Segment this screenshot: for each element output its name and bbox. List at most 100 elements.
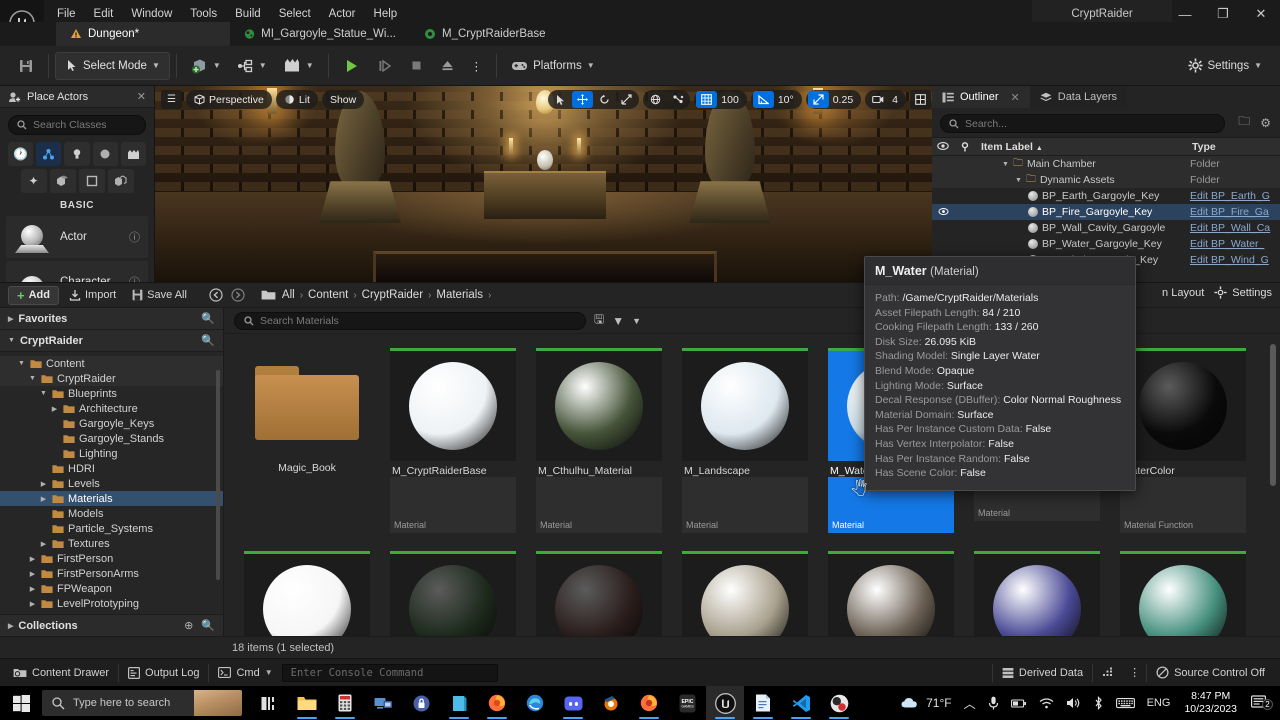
asset-tile[interactable] <box>526 551 672 636</box>
search-materials-input[interactable]: Search Materials <box>234 311 586 330</box>
chevron-down-icon[interactable]: ▼ <box>1002 161 1009 168</box>
layout-button[interactable]: n Layout <box>1162 287 1204 299</box>
tree-node-gargoyle_keys[interactable]: Gargoyle_Keys <box>0 416 223 431</box>
platforms-button[interactable]: Platforms ▼ <box>503 53 603 79</box>
basic-icon[interactable] <box>36 142 62 166</box>
notepad-icon[interactable] <box>440 686 478 720</box>
tree-node-levels[interactable]: ▶ Levels <box>0 476 223 491</box>
lights-icon[interactable] <box>64 142 90 166</box>
language-indicator[interactable]: ENG <box>1141 697 1177 709</box>
select-mode-dropdown[interactable]: Select Mode ▼ <box>55 51 170 80</box>
chevron-right-icon[interactable]: ▶ <box>39 495 48 503</box>
rotate-tool-icon[interactable] <box>594 91 615 108</box>
chevron-down-icon[interactable]: ▼ <box>17 360 26 367</box>
filter-icon[interactable]: ▼ <box>612 314 624 328</box>
add-button[interactable]: + Add <box>8 285 59 305</box>
asset-tile[interactable]: M_Cthulhu_Material Material <box>526 348 672 533</box>
asset-tile[interactable] <box>672 551 818 636</box>
asset-tile[interactable]: M_CryptRaiderBase Material <box>380 348 526 533</box>
volume-icon[interactable] <box>1060 697 1087 709</box>
more-status-button[interactable]: ⋮ <box>1123 662 1146 684</box>
hamburger-icon[interactable]: ☰ <box>161 90 182 109</box>
microphone-icon[interactable] <box>982 696 1005 710</box>
asset-tile[interactable] <box>818 551 964 636</box>
save-button[interactable] <box>10 53 42 79</box>
save-search-icon[interactable]: 🖫 <box>594 310 604 331</box>
tab-outliner[interactable]: Outliner ✕ <box>932 86 1030 108</box>
breadcrumb-item-cryptraider[interactable]: CryptRaider <box>360 289 425 301</box>
nav-back-button[interactable] <box>207 286 225 305</box>
grid-snap-icon[interactable] <box>696 91 718 108</box>
task-view-icon[interactable] <box>250 686 288 720</box>
tree-node-lighting[interactable]: Lighting <box>0 446 223 461</box>
search-icon[interactable]: 🔍 <box>201 334 215 347</box>
search-icon[interactable]: 🔍 <box>201 619 215 632</box>
chevron-right-icon[interactable]: ▶ <box>39 540 48 548</box>
outliner-row-type[interactable]: Edit BP_Earth_G <box>1188 190 1280 202</box>
cinematics-button[interactable]: ▼ <box>275 53 322 79</box>
outliner-row[interactable]: BP_Fire_Gargoyle_Key Edit BP_Fire_Ga <box>932 204 1280 220</box>
scale-tool-icon[interactable] <box>616 91 637 108</box>
bluetooth-icon[interactable] <box>1087 696 1110 710</box>
shapes-icon[interactable] <box>92 142 118 166</box>
tab-mi-gargoyle[interactable]: MI_Gargoyle_Statue_Wi... <box>230 22 410 46</box>
asset-tile[interactable]: M_Landscape Material <box>672 348 818 533</box>
sources-root-section[interactable]: ▼ CryptRaider 🔍 <box>0 330 223 352</box>
start-button[interactable] <box>0 686 42 720</box>
cinematic-icon[interactable] <box>120 142 147 166</box>
close-icon[interactable]: ✕ <box>137 90 146 103</box>
place-actors-tab[interactable]: Place Actors ✕ <box>0 86 154 108</box>
skip-button[interactable] <box>368 53 401 79</box>
recent-icon[interactable]: 🕐 <box>8 142 34 166</box>
chevron-right-icon[interactable]: ▶ <box>28 600 37 608</box>
help-icon[interactable]: ⓘ <box>129 229 140 245</box>
item-label-column[interactable]: Item Label ▲ <box>976 141 1188 153</box>
more-options-button[interactable]: ⋮ <box>463 53 491 79</box>
scale-snap-icon[interactable] <box>807 91 829 108</box>
firefox-icon[interactable] <box>478 686 516 720</box>
source-control-button[interactable]: Source Control Off <box>1147 662 1274 684</box>
geometry-icon[interactable] <box>49 169 76 193</box>
asset-tile[interactable] <box>1110 551 1256 636</box>
obs-icon[interactable] <box>820 686 858 720</box>
outliner-row-type[interactable]: Edit BP_Fire_Ga <box>1188 206 1280 218</box>
edge-icon[interactable] <box>516 686 554 720</box>
content-drawer-button[interactable]: Content Drawer <box>4 662 118 684</box>
chevron-down-icon[interactable]: ▼ <box>632 316 641 326</box>
move-tool-icon[interactable] <box>572 91 594 108</box>
show-hidden-icons-button[interactable]: ︿ <box>958 695 982 712</box>
derived-data-button[interactable]: Derived Data <box>993 662 1092 684</box>
chevron-right-icon[interactable]: ▶ <box>50 405 59 413</box>
stop-button[interactable] <box>401 53 432 79</box>
chevron-right-icon[interactable]: ▶ <box>28 555 37 563</box>
tree-node-levels[interactable]: Levels <box>0 611 223 615</box>
chevron-down-icon[interactable]: ▼ <box>28 375 37 382</box>
chevron-down-icon[interactable]: ▼ <box>39 390 48 397</box>
tree-node-blueprints[interactable]: ▼ Blueprints <box>0 386 223 401</box>
asset-tile[interactable] <box>964 551 1110 636</box>
asset-grid-scrollbar[interactable] <box>1270 344 1276 486</box>
unreal-engine-icon[interactable] <box>706 686 744 720</box>
security-icon[interactable] <box>402 686 440 720</box>
outliner-row[interactable]: BP_Earth_Gargoyle_Key Edit BP_Earth_G <box>932 188 1280 204</box>
outliner-row[interactable]: BP_Wall_Cavity_Gargoyle Edit BP_Wall_Ca <box>932 220 1280 236</box>
snap-icon[interactable] <box>667 91 688 108</box>
perspective-dropdown[interactable]: Perspective <box>186 90 272 109</box>
nav-forward-button[interactable] <box>229 286 247 305</box>
scale-snap-value[interactable]: 0.25 <box>830 94 859 106</box>
asset-tile[interactable] <box>234 551 380 636</box>
play-button[interactable] <box>335 53 368 79</box>
chevron-right-icon[interactable]: ▶ <box>28 585 37 593</box>
breadcrumb-item-content[interactable]: Content <box>306 289 350 301</box>
outliner-row-type[interactable]: Edit BP_Wind_G <box>1188 254 1280 266</box>
discord-icon[interactable] <box>554 686 592 720</box>
chevron-down-icon[interactable]: ▼ <box>1015 177 1022 184</box>
breadcrumb-item-materials[interactable]: Materials <box>434 289 485 301</box>
collections-section[interactable]: ▶ Collections ⊕ 🔍 <box>0 614 223 636</box>
import-button[interactable]: Import <box>63 286 122 305</box>
file-explorer-icon[interactable] <box>288 686 326 720</box>
outliner-row-type[interactable]: Edit BP_Wall_Ca <box>1188 222 1280 234</box>
tab-dungeon[interactable]: Dungeon* <box>56 22 230 46</box>
libreoffice-icon[interactable] <box>744 686 782 720</box>
show-dropdown[interactable]: Show <box>321 90 365 109</box>
